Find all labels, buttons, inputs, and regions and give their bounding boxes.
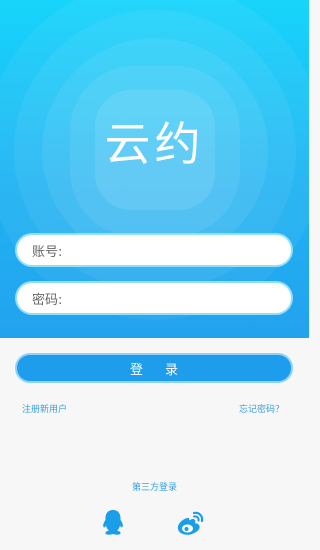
header-hero: 云约 账号: 密码: xyxy=(0,0,309,338)
app-logo: 云约 xyxy=(104,117,205,171)
account-input[interactable] xyxy=(64,236,291,264)
register-link[interactable]: 注册新用户 xyxy=(22,402,67,415)
login-button[interactable]: 登录 xyxy=(15,353,293,383)
password-label: 密码: xyxy=(32,292,63,308)
weibo-login-button[interactable] xyxy=(174,508,206,538)
password-input[interactable] xyxy=(64,284,291,312)
forgot-password-link[interactable]: 忘记密码？ xyxy=(239,402,284,415)
account-label: 账号: xyxy=(32,244,63,260)
qq-icon xyxy=(103,510,123,535)
password-field[interactable]: 密码: xyxy=(15,281,293,315)
third-party-login-title: 第三方登录 xyxy=(131,483,177,493)
weibo-icon xyxy=(177,511,204,535)
qq-login-button[interactable] xyxy=(97,508,129,538)
account-field[interactable]: 账号: xyxy=(15,233,293,267)
